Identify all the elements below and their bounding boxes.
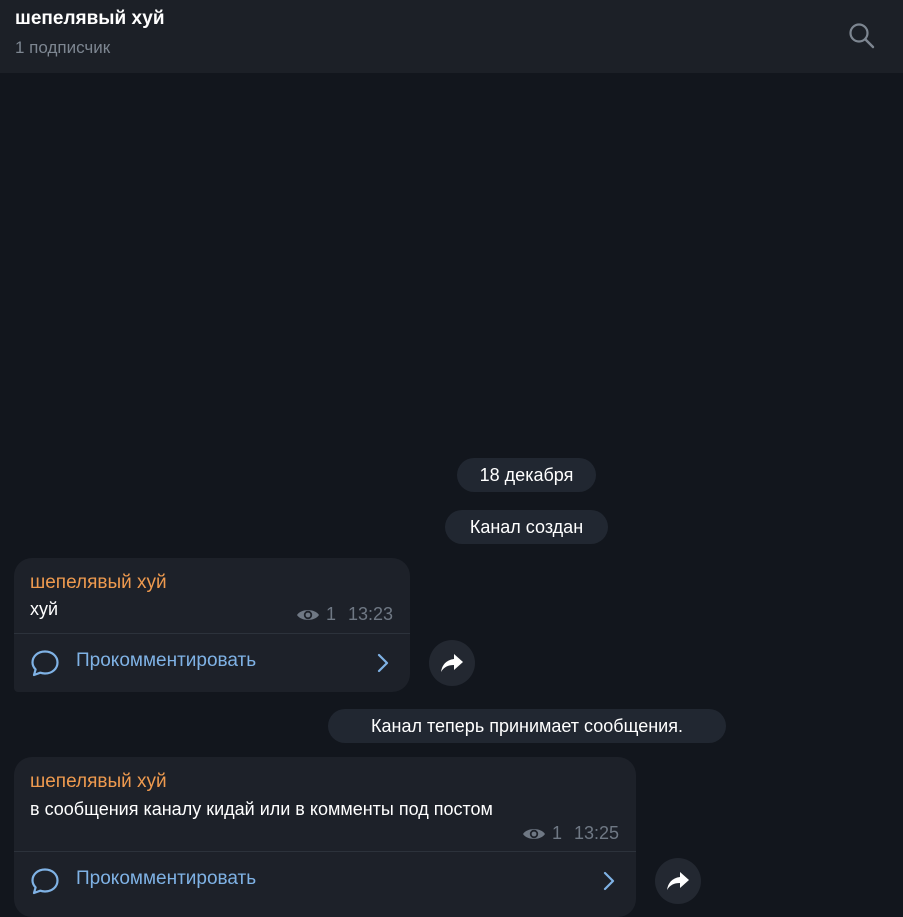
share-button[interactable] [429, 640, 475, 686]
share-button[interactable] [655, 858, 701, 904]
date-separator: 18 декабря [457, 458, 596, 492]
comment-icon [31, 650, 59, 677]
share-icon [667, 872, 689, 890]
comment-label: Прокомментировать [76, 650, 257, 671]
post-time: 13:23 [348, 604, 394, 624]
view-count: 1 [326, 604, 337, 624]
chevron-right-icon [603, 871, 615, 891]
post-time: 13:25 [574, 823, 620, 843]
post-author[interactable]: шепелявый хуй [30, 771, 167, 793]
search-icon [849, 23, 875, 49]
post-meta: 1 13:23 [296, 604, 393, 625]
views-icon [297, 609, 319, 620]
subscriber-count: 1 подписчик [15, 38, 111, 57]
chevron-right-icon [377, 653, 389, 673]
post-text: хуй [30, 599, 59, 619]
service-message-accepts: Канал теперь принимает сообщения. [328, 709, 726, 743]
comment-button[interactable]: Прокомментировать [14, 634, 410, 690]
search-button[interactable] [846, 20, 878, 52]
service-message-channel-created: Канал создан [445, 510, 608, 544]
channel-post: шепелявый хуй хуй 1 13:23 Прокомментиров… [14, 558, 410, 692]
comment-icon [31, 868, 59, 895]
views-icon [523, 828, 545, 839]
channel-post: шепелявый хуй в сообщения каналу кидай и… [14, 757, 636, 917]
post-text: в сообщения каналу кидай или в комменты … [30, 799, 493, 819]
view-count: 1 [552, 823, 563, 843]
comment-label: Прокомментировать [76, 868, 257, 889]
post-meta: 1 13:25 [522, 823, 619, 844]
chat-header: шепелявый хуй 1 подписчик [0, 0, 903, 73]
share-icon [441, 654, 463, 672]
channel-title[interactable]: шепелявый хуй [15, 8, 165, 30]
comment-button[interactable]: Прокомментировать [14, 852, 636, 908]
post-author[interactable]: шепелявый хуй [30, 572, 167, 594]
